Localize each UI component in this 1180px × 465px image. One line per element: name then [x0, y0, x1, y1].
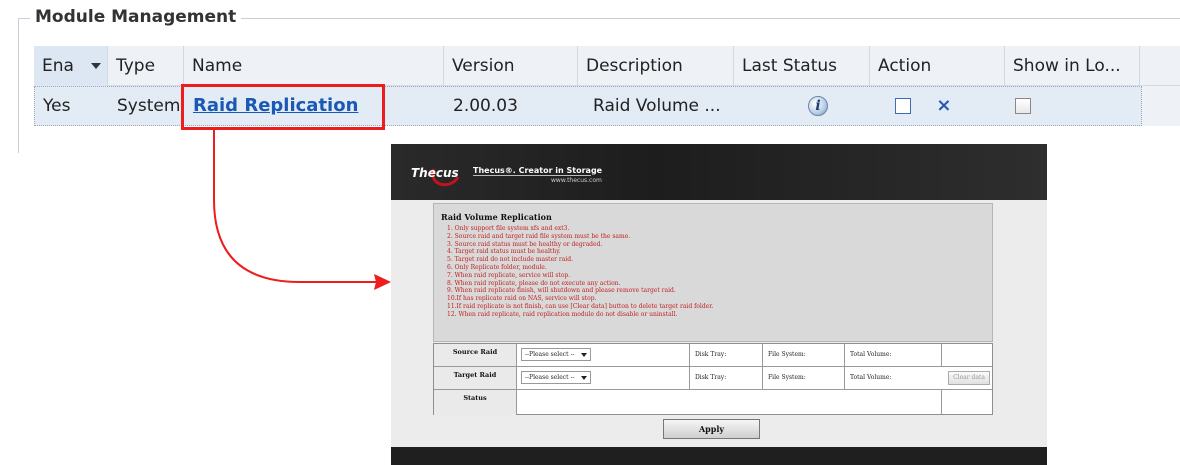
- chevron-down-icon: [581, 353, 587, 357]
- rules-list: 1. Only support file system xfs and ext3…: [447, 225, 713, 319]
- rule-item: 12. When raid replicate, raid replicatio…: [447, 310, 678, 318]
- highlight-box: [181, 84, 385, 130]
- source-total-volume: Total Volume:: [844, 344, 941, 366]
- source-raid-select[interactable]: --Please select --: [521, 348, 591, 361]
- rule-item: 8. When raid replicate, please do not ex…: [447, 279, 621, 287]
- grid-header: Ena Type Name Version Description Last S…: [34, 46, 1180, 86]
- column-header-show-in-login[interactable]: Show in Lo...: [1005, 46, 1140, 86]
- source-disk-tray: Disk Tray:: [689, 344, 762, 366]
- rule-item: 4. Target raid status must be healthy.: [447, 248, 561, 256]
- column-header-action[interactable]: Action: [870, 46, 1005, 86]
- column-header-description[interactable]: Description: [578, 46, 734, 86]
- target-disk-tray: Disk Tray:: [689, 367, 762, 389]
- rule-item: 1. Only support file system xfs and ext3…: [447, 225, 570, 232]
- cell-last-status: i: [800, 87, 860, 125]
- cell-description: Raid Volume ...: [593, 96, 721, 116]
- cell-version: 2.00.03: [453, 96, 518, 116]
- thecus-logo: Thecus: [411, 166, 459, 180]
- status-extra-cell: [941, 390, 992, 415]
- source-raid-select-value: --Please select --: [525, 351, 575, 358]
- status-label: Status: [434, 390, 517, 415]
- rule-item: 7. When raid replicate, service will sto…: [447, 271, 571, 279]
- target-file-system: File System:: [762, 367, 844, 389]
- column-header-last-status[interactable]: Last Status: [734, 46, 870, 86]
- column-header-version[interactable]: Version: [444, 46, 578, 86]
- rule-item: 11.If raid replicate is not finish, can …: [447, 302, 714, 310]
- rule-item: 5. Target raid do not include master rai…: [447, 256, 574, 264]
- column-header-enabled-label: Ena: [42, 56, 74, 76]
- apply-button[interactable]: Apply: [663, 419, 760, 439]
- thecus-footer-bar: [391, 447, 1047, 465]
- status-row: Status: [434, 390, 992, 415]
- module-management-panel: Module Management Ena Type Name Version …: [0, 0, 1180, 153]
- thecus-tagline-divider: [473, 175, 591, 176]
- cell-show-in-login: [1007, 87, 1107, 125]
- target-raid-select[interactable]: --Please select --: [521, 371, 591, 384]
- raid-form-table: Source Raid --Please select -- Disk Tray…: [433, 343, 993, 415]
- rule-item: 3. Source raid status must be healthy or…: [447, 240, 603, 248]
- rule-item: 9. When raid replicate finish, will shut…: [447, 287, 676, 295]
- module-management-title: Module Management: [30, 7, 242, 27]
- thecus-url: www.thecus.com: [551, 177, 602, 184]
- rule-item: 6. Only Replicate folder, module.: [447, 263, 547, 271]
- info-icon[interactable]: i: [808, 96, 828, 116]
- source-raid-label: Source Raid: [434, 344, 517, 366]
- target-total-volume: Total Volume:: [844, 367, 941, 389]
- action-checkbox[interactable]: [895, 98, 911, 114]
- source-file-system: File System:: [762, 344, 844, 366]
- target-raid-select-value: --Please select --: [525, 374, 575, 381]
- thecus-tagline: Thecus®. Creator in Storage: [473, 166, 603, 175]
- cell-type: System: [117, 96, 181, 116]
- source-extra-cell: [941, 344, 992, 366]
- chevron-down-icon: [581, 376, 587, 380]
- source-raid-row: Source Raid --Please select -- Disk Tray…: [434, 344, 992, 367]
- replication-title: Raid Volume Replication: [441, 212, 552, 222]
- column-header-enabled[interactable]: Ena: [34, 46, 108, 86]
- target-raid-label: Target Raid: [434, 367, 517, 389]
- sort-dropdown-icon[interactable]: [91, 63, 101, 69]
- column-header-type[interactable]: Type: [108, 46, 184, 86]
- column-header-name[interactable]: Name: [184, 46, 444, 86]
- delete-icon[interactable]: ×: [936, 87, 951, 125]
- thecus-header: Thecus Thecus®. Creator in Storage www.t…: [391, 144, 1047, 200]
- rule-item: 2. Source raid and target raid file syst…: [447, 232, 631, 240]
- rule-item: 10.If has replicate raid on NAS, service…: [447, 295, 597, 303]
- replication-info-panel: Raid Volume Replication 1. Only support …: [433, 203, 993, 342]
- cell-enabled: Yes: [43, 96, 71, 116]
- thecus-window: Thecus Thecus®. Creator in Storage www.t…: [391, 144, 1047, 465]
- cell-action: ×: [887, 87, 1002, 125]
- clear-data-button[interactable]: Clear data: [948, 371, 990, 385]
- target-raid-row: Target Raid --Please select -- Disk Tray…: [434, 367, 992, 390]
- show-in-login-checkbox[interactable]: [1015, 98, 1031, 114]
